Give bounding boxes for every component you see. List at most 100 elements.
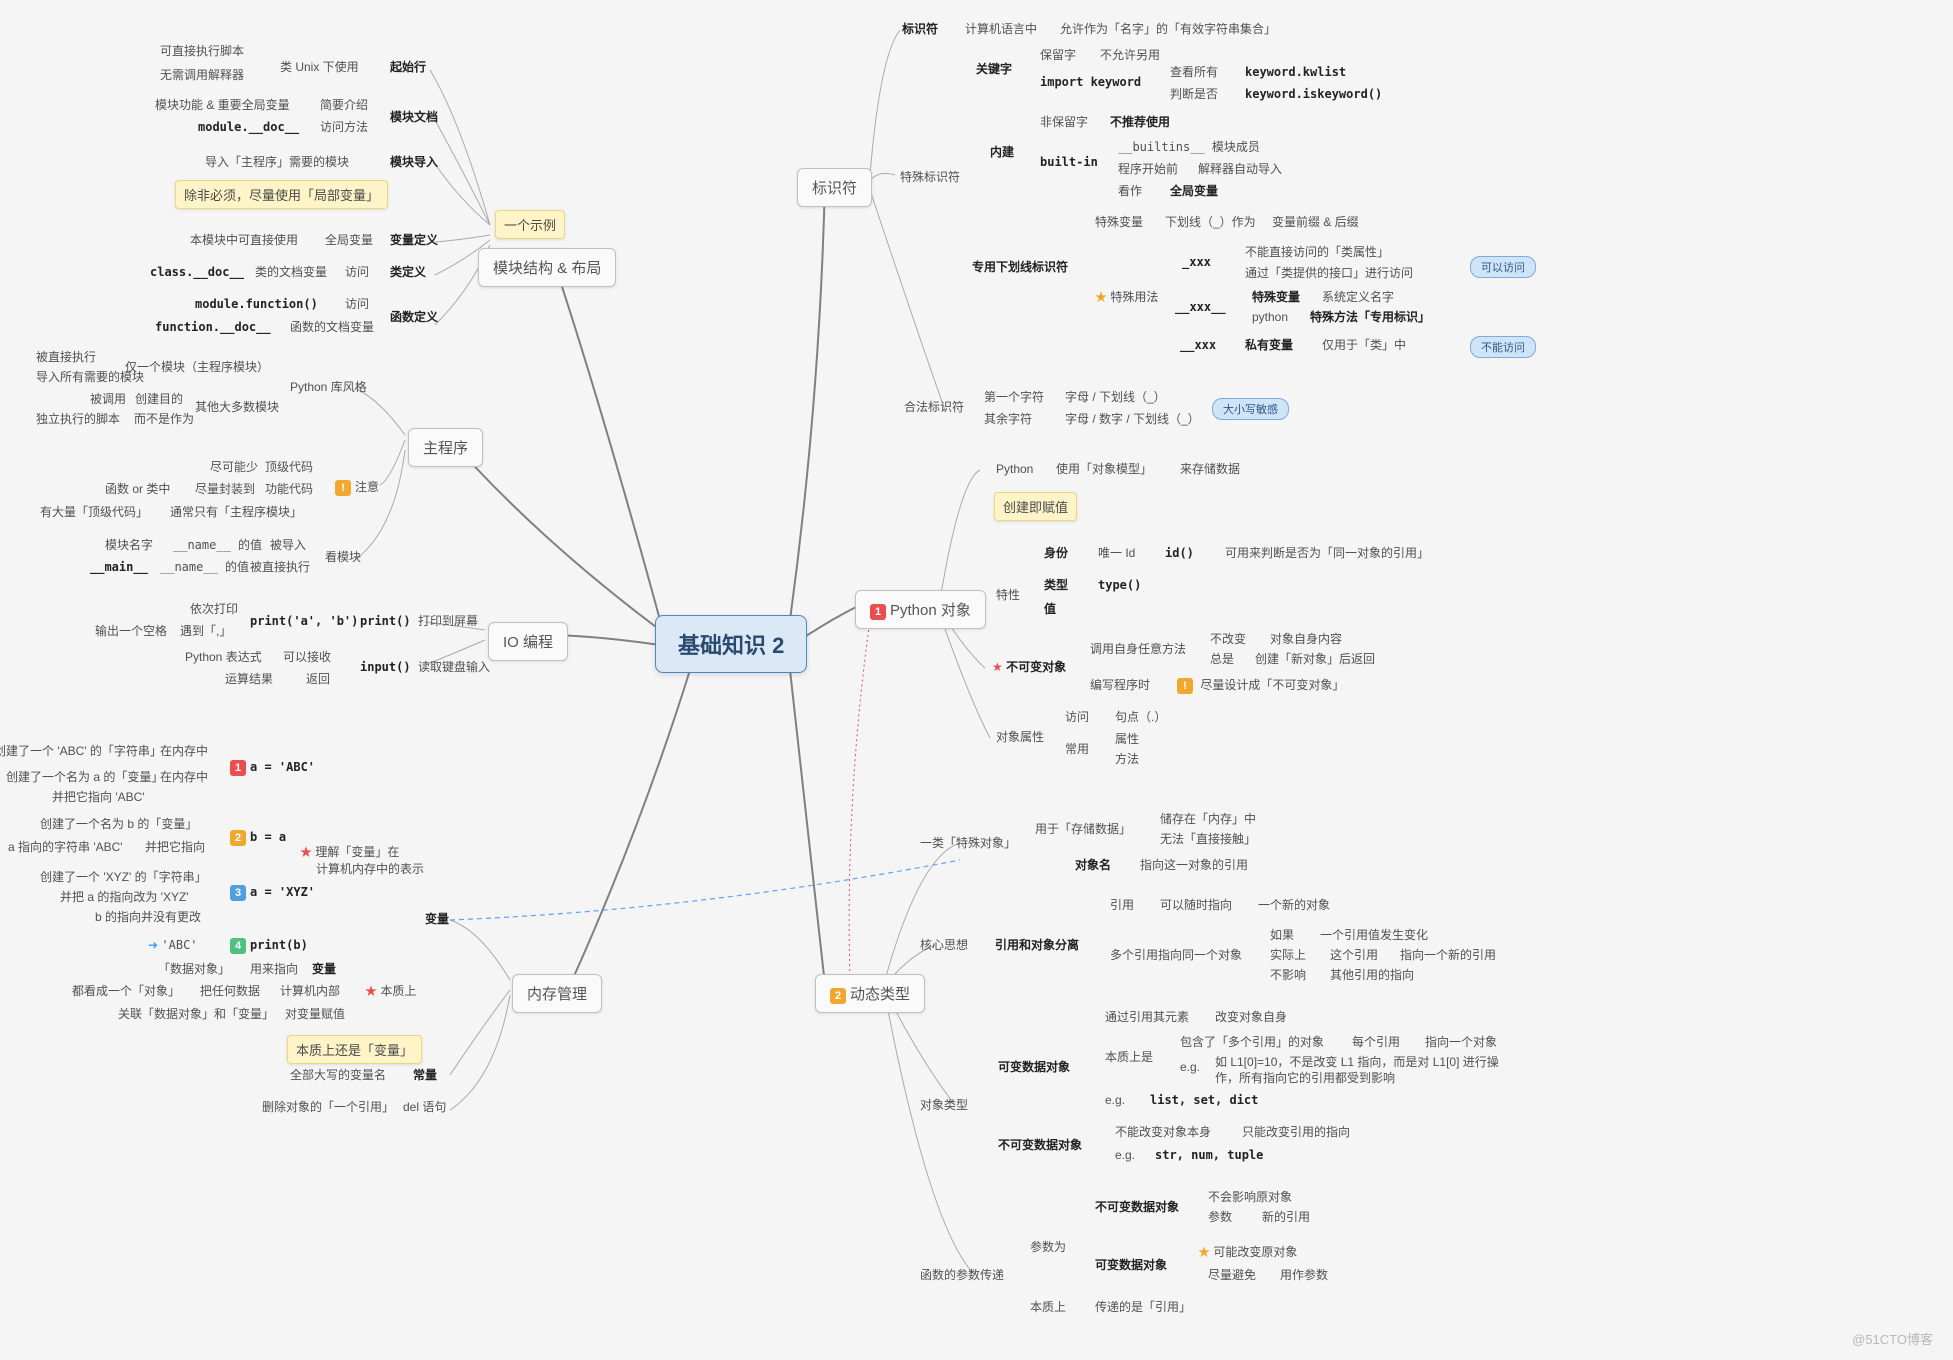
m2-note-a-l: 尽可能少	[210, 460, 258, 476]
m1-highlight-local: 除非必须，尽量使用「局部变量」	[175, 180, 388, 209]
main-io[interactable]: IO 编程	[488, 622, 568, 661]
m6-uses: Python	[996, 462, 1033, 478]
m2-pystyle-b: 其他大多数模块	[195, 400, 279, 416]
m1-classdef-a: 访问	[345, 265, 369, 281]
m4-ess-b-l2: 都看成一个「对象」	[72, 984, 180, 1000]
m4-ess-b-l: 把任何数据	[200, 984, 260, 1000]
m4-ess-a-l: 用来指向	[250, 962, 298, 978]
m7-core-a1a: 可以随时指向	[1160, 898, 1232, 914]
m7-so-a: 用于「存储数据」	[1035, 822, 1131, 838]
m5-underscore: 专用下划线标识符	[972, 260, 1068, 276]
m5-tag-case: 大小写敏感	[1212, 398, 1289, 420]
m6-trait-id-c: 可用来判断是否为「同一对象的引用」	[1225, 546, 1429, 562]
m1-funcdef-a-l: module.function()	[195, 297, 318, 313]
m6-imm-a: 调用自身任意方法	[1090, 642, 1186, 658]
m5-builtin-a: 非保留字	[1040, 115, 1088, 131]
m2-seemod-a: 被导入	[270, 538, 306, 554]
m5-keyword-b2r: keyword.iskeyword()	[1245, 87, 1382, 103]
m2-pystyle-a-l2: 导入所有需要的模块	[36, 370, 144, 386]
m2-pystyle-b-l1: 被调用	[90, 392, 126, 408]
m6-attrs-a: 访问	[1065, 710, 1089, 726]
m1-classdef-a-l: 类的文档变量	[255, 265, 327, 281]
m2-seemod-a-l2: 模块名字	[105, 538, 153, 554]
m2-pystyle-b-l4: 而不是作为	[134, 412, 194, 428]
m5-builtin-b2: 程序开始前	[1118, 162, 1178, 178]
main-main-program[interactable]: 主程序	[408, 428, 483, 467]
m7-imm2-b: e.g.	[1115, 1148, 1135, 1164]
m4-step3-c: b 的指向并没有更改	[95, 910, 201, 926]
m5-keyword-a: 保留字	[1040, 48, 1076, 64]
m6-attrs-b2: 方法	[1115, 752, 1139, 768]
m5-builtin-b2r: 解释器自动导入	[1198, 162, 1282, 178]
m7-fp: 函数的参数传递	[920, 1268, 1004, 1284]
m5-builtin-b3r: 全局变量	[1170, 184, 1218, 200]
main-example[interactable]: 一个示例	[495, 210, 565, 239]
m7-fp-a1b-r: 新的引用	[1262, 1210, 1310, 1226]
m7-fp-a1b: 参数	[1208, 1210, 1232, 1226]
m7-mut-b1-r2: 指向一个对象	[1425, 1035, 1497, 1051]
m6-imm-a1r: 对象自身内容	[1270, 632, 1342, 648]
m7-core-a2b-r: 这个引用	[1330, 948, 1378, 964]
m2-pystyle-a: 仅一个模块（主程序模块）	[125, 360, 269, 376]
m6-imm-a2r: 创建「新对象」后返回	[1255, 652, 1375, 668]
m4-ess-c: 对变量赋值	[285, 1007, 345, 1023]
m7-fp-a2b: 尽量避免	[1208, 1268, 1256, 1284]
m7-core-a1: 引用	[1110, 898, 1134, 914]
main-python-object[interactable]: 1Python 对象	[855, 590, 986, 629]
m1-funcdef-a: 访问	[345, 297, 369, 313]
m1-doc: 模块文档	[390, 110, 438, 126]
m7-core: 核心思想	[920, 938, 968, 954]
m6-uses-b: 来存储数据	[1180, 462, 1240, 478]
m5-under-b1a: 不能直接访问的「类属性」	[1245, 245, 1389, 261]
m7-mut-b: 本质上是	[1105, 1050, 1153, 1066]
main-module-structure[interactable]: 模块结构 & 布局	[478, 248, 616, 287]
m5-legal-a: 第一个字符	[984, 390, 1044, 406]
m7-imm2-a: 不能改变对象本身	[1115, 1125, 1211, 1141]
m4-var-demo2: 计算机内存中的表示	[316, 862, 424, 878]
m6-trait-type-a: type()	[1098, 578, 1141, 594]
m6-attrs-a-r: 句点（.）	[1115, 710, 1166, 726]
m5-under-b3: __xxx	[1180, 338, 1216, 354]
m1-funcdef-b: 函数的文档变量	[290, 320, 374, 336]
m4-step3-a: 创建了一个 'XYZ' 的「字符串」	[40, 870, 207, 886]
m1-start-b1: 可直接执行脚本	[160, 44, 244, 60]
m7-imm2-b-r: str, num, tuple	[1155, 1148, 1263, 1164]
m3-input-b: 返回	[306, 672, 330, 688]
m2-note: !注意	[335, 480, 379, 496]
center-node[interactable]: 基础知识 2	[655, 615, 807, 673]
m5-tag-cant: 不能访问	[1470, 336, 1536, 358]
main-dynamic-type[interactable]: 2动态类型	[815, 974, 925, 1013]
m7-imm2-a-r: 只能改变引用的指向	[1242, 1125, 1350, 1141]
m5-under-b1b: 通过「类提供的接口」进行访问	[1245, 266, 1413, 282]
m3-print-a-l2: 遇到「,」	[180, 624, 231, 640]
m7-core-a1b: 一个新的对象	[1258, 898, 1330, 914]
m7-fp-a1: 不可变数据对象	[1095, 1200, 1179, 1216]
main-identifier[interactable]: 标识符	[797, 168, 872, 207]
m5-builtin-b3: 看作	[1118, 184, 1142, 200]
m1-classdef: 类定义	[390, 265, 426, 281]
m4-const: 常量	[413, 1068, 437, 1084]
m5-under-a1: 下划线（_）作为	[1165, 215, 1256, 231]
main-memory[interactable]: 内存管理	[512, 974, 602, 1013]
m4-ess-c-l: 关联「数据对象」和「变量」	[118, 1007, 274, 1023]
m4-var: 变量	[425, 912, 449, 928]
m5-keyword-b2: 判断是否	[1170, 87, 1218, 103]
m7-core-a2a-r: 一个引用值发生变化	[1320, 928, 1428, 944]
m5-builtin-b1: __builtins__ 模块成员	[1118, 140, 1260, 156]
m5-keyword-b1r: keyword.kwlist	[1245, 65, 1346, 81]
m1-funcdef: 函数定义	[390, 310, 438, 326]
m5-keyword-b: import keyword	[1040, 75, 1141, 91]
m5-legal-b-r: 字母 / 数字 / 下划线（_）	[1065, 412, 1200, 428]
m7-fp-a2b-r: 用作参数	[1280, 1268, 1328, 1284]
m5-under-b3a: 私有变量	[1245, 338, 1293, 354]
m3-input-b-l: 运算结果	[225, 672, 273, 688]
m7-fp-a2: 可变数据对象	[1095, 1258, 1167, 1274]
watermark: @51CTO博客	[1852, 1329, 1933, 1348]
m7-mut-b1-r: 每个引用	[1352, 1035, 1400, 1051]
m5-under-a2: 变量前缀 & 后缀	[1272, 215, 1359, 231]
m1-start-b2: 无需调用解释器	[160, 68, 244, 84]
m4-step2-a: 创建了一个名为 b 的「变量」	[40, 817, 197, 833]
m4-step2: 2b = a	[230, 830, 286, 846]
m7-objtype: 对象类型	[920, 1098, 968, 1114]
m5-keyword-a-r: 不允许另用	[1100, 48, 1160, 64]
